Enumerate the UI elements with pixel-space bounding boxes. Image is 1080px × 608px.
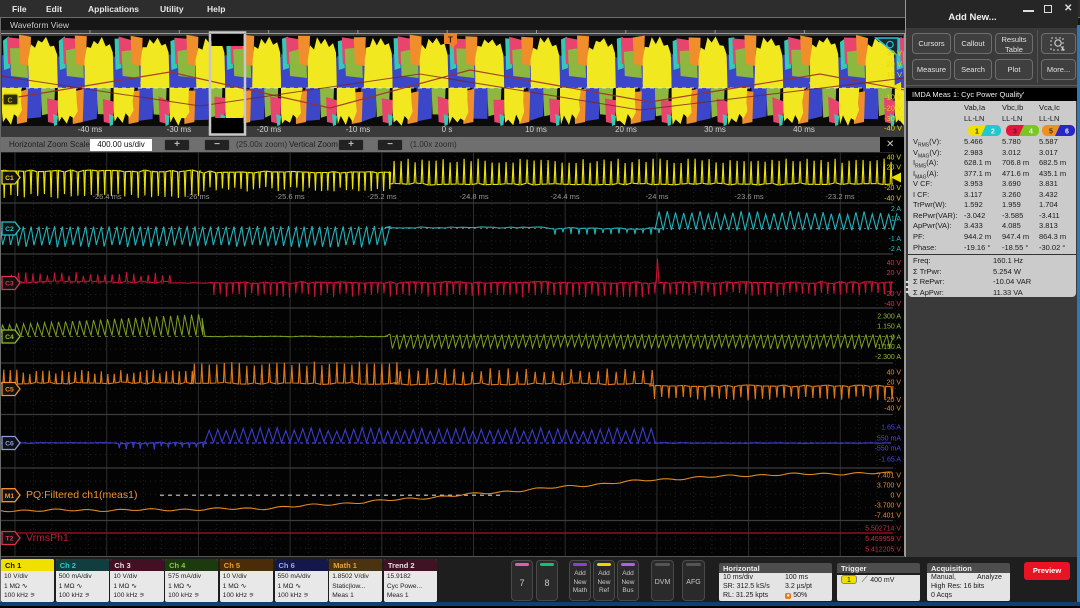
svg-text:-550 mA: -550 mA <box>875 446 902 453</box>
svg-text:-25.6 ms: -25.6 ms <box>275 192 304 201</box>
svg-text:1.65 A: 1.65 A <box>881 425 901 432</box>
svg-text:-24.8 ms: -24.8 ms <box>459 192 488 201</box>
svg-text:T2: T2 <box>6 536 14 543</box>
svg-text:-1.150 A: -1.150 A <box>875 344 901 351</box>
svg-text:20 V: 20 V <box>887 165 902 172</box>
svg-text:-40 V: -40 V <box>884 406 901 413</box>
svg-text:-23.2 ms: -23.2 ms <box>825 192 854 201</box>
svg-text:C2: C2 <box>5 226 14 233</box>
svg-text:40 V: 40 V <box>887 155 902 162</box>
svg-text:-40 ms: -40 ms <box>78 125 102 134</box>
svg-text:C5: C5 <box>5 387 14 394</box>
svg-text:-40 V: -40 V <box>884 301 901 308</box>
svg-text:-24.4 ms: -24.4 ms <box>550 192 579 201</box>
svg-text:-2.300 A: -2.300 A <box>875 354 901 361</box>
svg-text:1: 1 <box>975 129 979 136</box>
svg-text:2: 2 <box>991 129 995 136</box>
svg-text:20 V: 20 V <box>887 380 902 387</box>
svg-text:7.401 V: 7.401 V <box>877 473 901 480</box>
svg-text:3: 3 <box>1013 129 1017 136</box>
svg-text:C4: C4 <box>5 334 14 341</box>
svg-text:5.412205 V: 5.412205 V <box>865 547 901 554</box>
svg-text:-30 V: -30 V <box>884 114 902 123</box>
svg-text:0 V: 0 V <box>890 493 901 500</box>
svg-text:10 V: 10 V <box>887 70 902 79</box>
svg-text:10 ms: 10 ms <box>525 125 547 134</box>
svg-text:5: 5 <box>1049 129 1053 136</box>
svg-text:-40 V: -40 V <box>884 196 901 203</box>
svg-text:1 A: 1 A <box>891 216 901 223</box>
svg-text:-1.65 A: -1.65 A <box>879 457 902 464</box>
svg-text:40 ms: 40 ms <box>793 125 815 134</box>
svg-text:20 V: 20 V <box>887 270 902 277</box>
svg-text:-1 A: -1 A <box>889 236 902 243</box>
svg-text:40 V: 40 V <box>887 260 902 267</box>
svg-text:C: C <box>7 98 12 105</box>
svg-text:-10 V: -10 V <box>884 93 902 102</box>
svg-text:40 V: 40 V <box>887 370 902 377</box>
svg-text:-25.2 ms: -25.2 ms <box>367 192 396 201</box>
svg-text:M1: M1 <box>5 493 15 500</box>
svg-text:5.459959 V: 5.459959 V <box>865 536 901 543</box>
svg-text:-3.700 V: -3.700 V <box>875 503 902 510</box>
svg-text:1.150 A: 1.150 A <box>877 323 901 330</box>
svg-text:-20 ms: -20 ms <box>257 125 281 134</box>
svg-text:-23.6 ms: -23.6 ms <box>734 192 763 201</box>
svg-text:-20 V: -20 V <box>884 397 901 404</box>
svg-text:0 A: 0 A <box>891 334 901 341</box>
svg-text:30 ms: 30 ms <box>704 125 726 134</box>
svg-text:2.300 A: 2.300 A <box>877 313 901 320</box>
svg-text:-10 ms: -10 ms <box>346 125 370 134</box>
svg-text:4: 4 <box>1029 129 1033 136</box>
svg-text:30 V: 30 V <box>887 49 902 58</box>
svg-text:C1: C1 <box>5 175 14 182</box>
svg-text:-20 V: -20 V <box>884 104 902 113</box>
svg-text:VrmsPh1: VrmsPh1 <box>26 532 69 544</box>
svg-text:-40 V: -40 V <box>884 124 902 133</box>
svg-text:T: T <box>448 36 453 45</box>
svg-text:-7.401 V: -7.401 V <box>875 513 902 520</box>
svg-text:-30 ms: -30 ms <box>167 125 191 134</box>
svg-text:0 s: 0 s <box>442 125 453 134</box>
svg-text:6: 6 <box>1065 129 1069 136</box>
svg-text:C6: C6 <box>5 441 14 448</box>
svg-text:-26.4 ms: -26.4 ms <box>92 192 121 201</box>
svg-text:20 V: 20 V <box>887 60 902 69</box>
svg-text:-20 V: -20 V <box>884 185 901 192</box>
svg-text:-2 A: -2 A <box>889 246 902 253</box>
svg-text:PQ:Filtered ch1(meas1): PQ:Filtered ch1(meas1) <box>26 489 137 501</box>
svg-text:550 mA: 550 mA <box>877 436 901 443</box>
svg-text:3.700 V: 3.700 V <box>877 482 901 489</box>
svg-text:C3: C3 <box>5 281 14 288</box>
svg-text:5.502714 V: 5.502714 V <box>865 526 901 533</box>
svg-text:2 A: 2 A <box>891 206 901 213</box>
svg-text:20 ms: 20 ms <box>615 125 637 134</box>
svg-text:-20 V: -20 V <box>884 291 901 298</box>
svg-text:-24 ms: -24 ms <box>646 192 669 201</box>
